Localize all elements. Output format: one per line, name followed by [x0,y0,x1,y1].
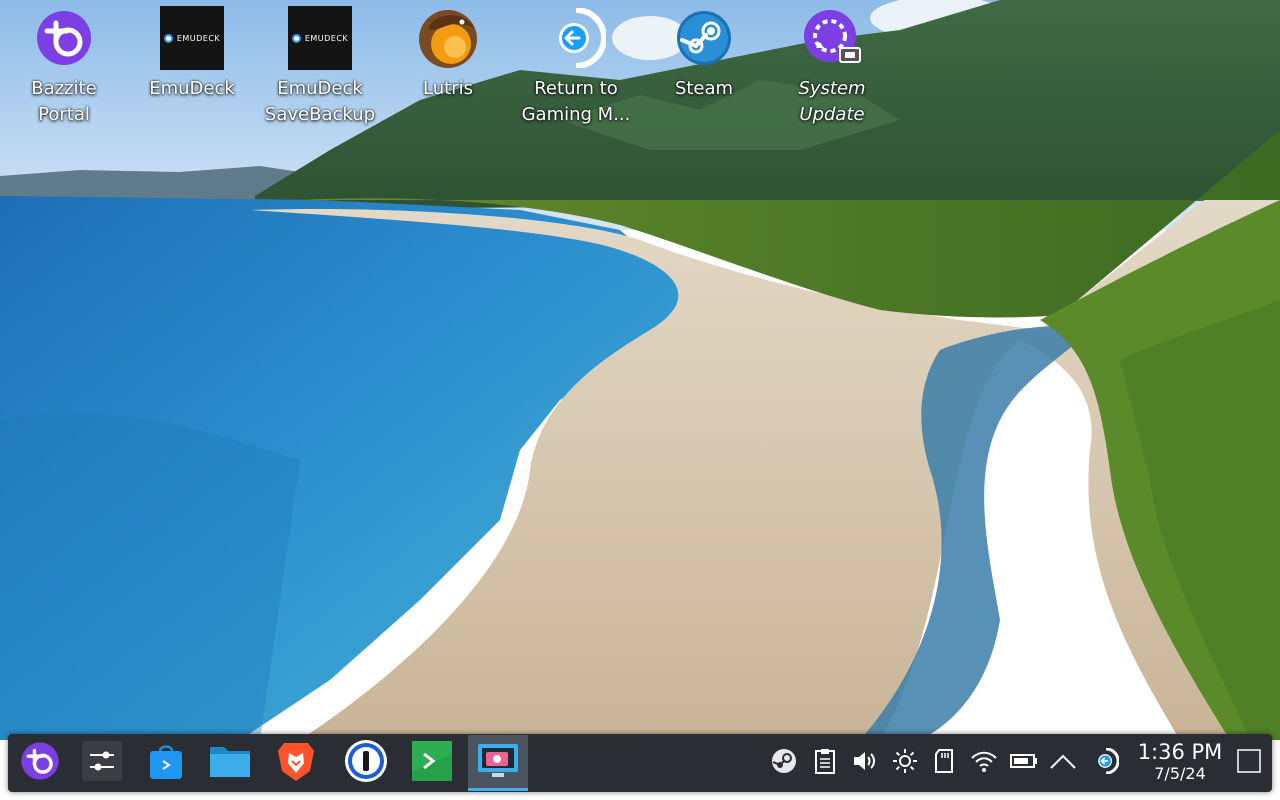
tray-steam[interactable] [768,747,800,779]
return-arrow-icon [1093,747,1120,778]
tray-wifi[interactable] [968,747,1000,779]
clock-date: 7/5/24 [1154,764,1206,783]
folder-icon [208,741,252,785]
desktop-icon-label: Return to Gaming M... [521,78,631,125]
taskbar-bazzite-menu[interactable] [10,735,70,791]
wifi-icon [970,749,998,777]
desktop-icon-return-to-gaming-mode[interactable]: Return to Gaming M... [522,6,630,136]
bazzite-logo-icon [32,6,96,70]
lutris-otter-icon [416,6,480,70]
tray-volume[interactable] [848,747,880,779]
desktop-icon-label: Bazzite Portal [31,78,97,125]
emudeck-icon: EMUDECK [160,6,224,70]
tray-return-gaming[interactable] [1090,747,1122,779]
emudeck-icon: EMUDECK [288,6,352,70]
desktop-icon-label: EmuDeck SaveBackup [264,78,376,125]
brave-lion-icon [276,739,316,787]
screenshot-icon [476,740,520,784]
chevron-up-icon [1049,752,1077,774]
desktop-icon-bazzite-portal[interactable]: Bazzite Portal [10,6,118,136]
desktop-icon-label: Lutris [423,78,473,99]
desktop-icon-system-update[interactable]: System Update [778,6,886,136]
clock-time: 1:36 PM [1137,740,1223,764]
taskbar: 1:36 PM 7/5/24 [8,734,1272,792]
tray-sd-card[interactable] [928,747,960,779]
emudeck-tile-text: EMUDECK [176,33,221,43]
desktop-icon-label: EmuDeck [149,78,235,99]
system-update-icon [800,6,864,70]
show-desktop-icon [1237,749,1261,777]
desktop-icon-lutris[interactable]: Lutris [394,6,502,136]
sd-card-icon [933,748,955,778]
emudeck-tile-text: EMUDECK [304,33,349,43]
tray-battery[interactable] [1008,747,1040,779]
desktop-icon-steam[interactable]: Steam [650,6,758,136]
show-desktop-button[interactable] [1234,748,1264,778]
settings-sliders-icon [82,741,122,785]
taskbar-discover-store[interactable] [136,735,196,791]
taskbar-system-settings[interactable] [72,735,132,791]
store-bag-icon [146,741,186,785]
taskbar-file-manager[interactable] [200,735,260,791]
desktop-icon-emudeck-savebackup[interactable]: EMUDECK EmuDeck SaveBackup [265,6,375,136]
return-arrow-icon [544,6,608,70]
tray-expand[interactable] [1047,747,1079,779]
speaker-icon [851,749,877,777]
steam-icon [672,6,736,70]
1password-icon [344,739,388,787]
steam-tray-icon [771,748,797,778]
tray-clipboard[interactable] [809,747,841,779]
battery-icon [1010,753,1038,773]
taskbar-1password[interactable] [336,735,396,791]
tray-brightness[interactable] [889,747,921,779]
clipboard-icon [813,748,837,778]
terminal-icon [411,740,453,786]
desktop-icon-label: System Update [798,78,866,125]
desktop-icon-label: Steam [674,78,734,99]
desktop-icon-emudeck[interactable]: EMUDECK EmuDeck [138,6,246,136]
bazzite-logo-icon [20,741,60,785]
brightness-icon [892,748,918,778]
taskbar-screenshot-tool[interactable] [468,735,528,791]
taskbar-terminal[interactable] [402,735,462,791]
taskbar-brave-browser[interactable] [266,735,326,791]
desktop[interactable]: Bazzite Portal EMUDECK EmuDeck EMUDECK E… [0,0,1280,800]
clock[interactable]: 1:36 PM 7/5/24 [1130,740,1230,784]
